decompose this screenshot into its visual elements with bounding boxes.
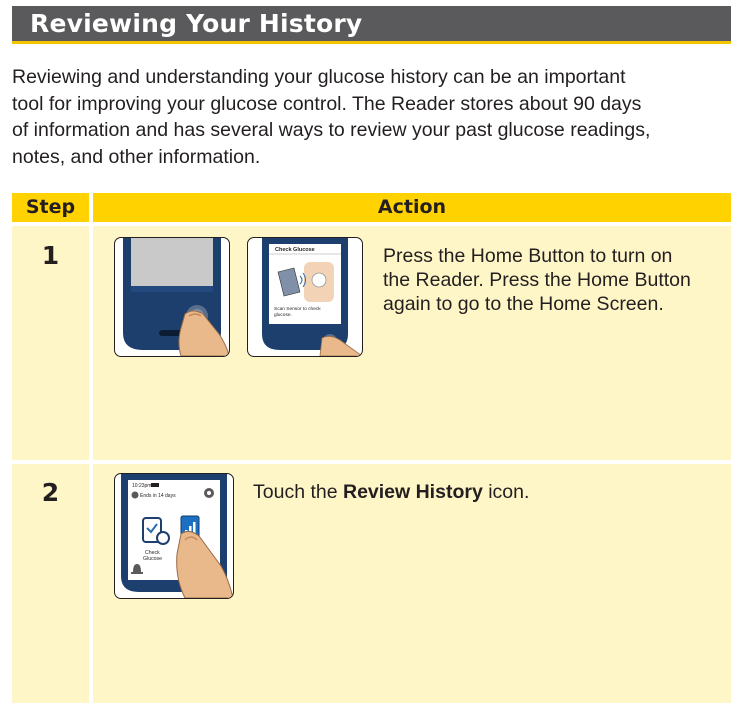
intro-paragraph: Reviewing and understanding your glucose… bbox=[12, 64, 731, 170]
review-history-label: Review History bbox=[342, 481, 483, 503]
sensor-status: Ends in 14 days bbox=[140, 493, 176, 499]
finger-press-icon bbox=[178, 310, 229, 356]
action-cell-1: Check Glucose Scan Sensor to check gluco… bbox=[93, 226, 731, 460]
home-screen-illustration: 10:23pm Ends in 14 days Check Glucose bbox=[114, 473, 234, 599]
screen-caption: glucose. bbox=[274, 312, 292, 318]
reader-device-icon bbox=[123, 238, 229, 356]
action-line: again to go to the Home Screen. bbox=[383, 293, 664, 315]
step-cell-1: 1 bbox=[12, 226, 89, 460]
action-text-after: icon. bbox=[482, 481, 530, 503]
intro-line: Reviewing and understanding your glucose… bbox=[12, 66, 626, 88]
screen-caption: Scan Sensor to check bbox=[274, 306, 321, 312]
gear-icon bbox=[204, 488, 214, 498]
step-number: 2 bbox=[41, 478, 60, 507]
action-text-step-1: Press the Home Button to turn on the Rea… bbox=[383, 244, 691, 316]
step-cell-2: 2 bbox=[12, 464, 89, 703]
action-line: the Reader. Press the Home Button bbox=[383, 269, 691, 291]
check-glucose-screen-illustration: Check Glucose Scan Sensor to check gluco… bbox=[247, 237, 363, 357]
icon-label: Glucose bbox=[143, 556, 162, 562]
action-cell-2: 10:23pm Ends in 14 days Check Glucose To… bbox=[93, 464, 731, 703]
step-number: 1 bbox=[41, 241, 60, 270]
action-text-before: Touch the bbox=[253, 481, 343, 503]
action-line: Press the Home Button to turn on bbox=[383, 245, 673, 267]
page-title: Reviewing Your History bbox=[30, 9, 363, 38]
intro-line: of information and has several ways to r… bbox=[12, 119, 651, 141]
action-column-header: Action bbox=[93, 193, 731, 222]
section-title-bar: Reviewing Your History bbox=[12, 6, 731, 44]
intro-line: notes, and other information. bbox=[12, 145, 261, 168]
action-text-step-2: Touch the Review History icon. bbox=[253, 480, 529, 504]
intro-line: tool for improving your glucose control.… bbox=[12, 92, 642, 115]
step-column-header: Step bbox=[12, 193, 89, 222]
screen-time: 10:23pm bbox=[132, 483, 151, 489]
screen-title: Check Glucose bbox=[275, 247, 315, 253]
reader-home-button-illustration bbox=[114, 237, 230, 357]
